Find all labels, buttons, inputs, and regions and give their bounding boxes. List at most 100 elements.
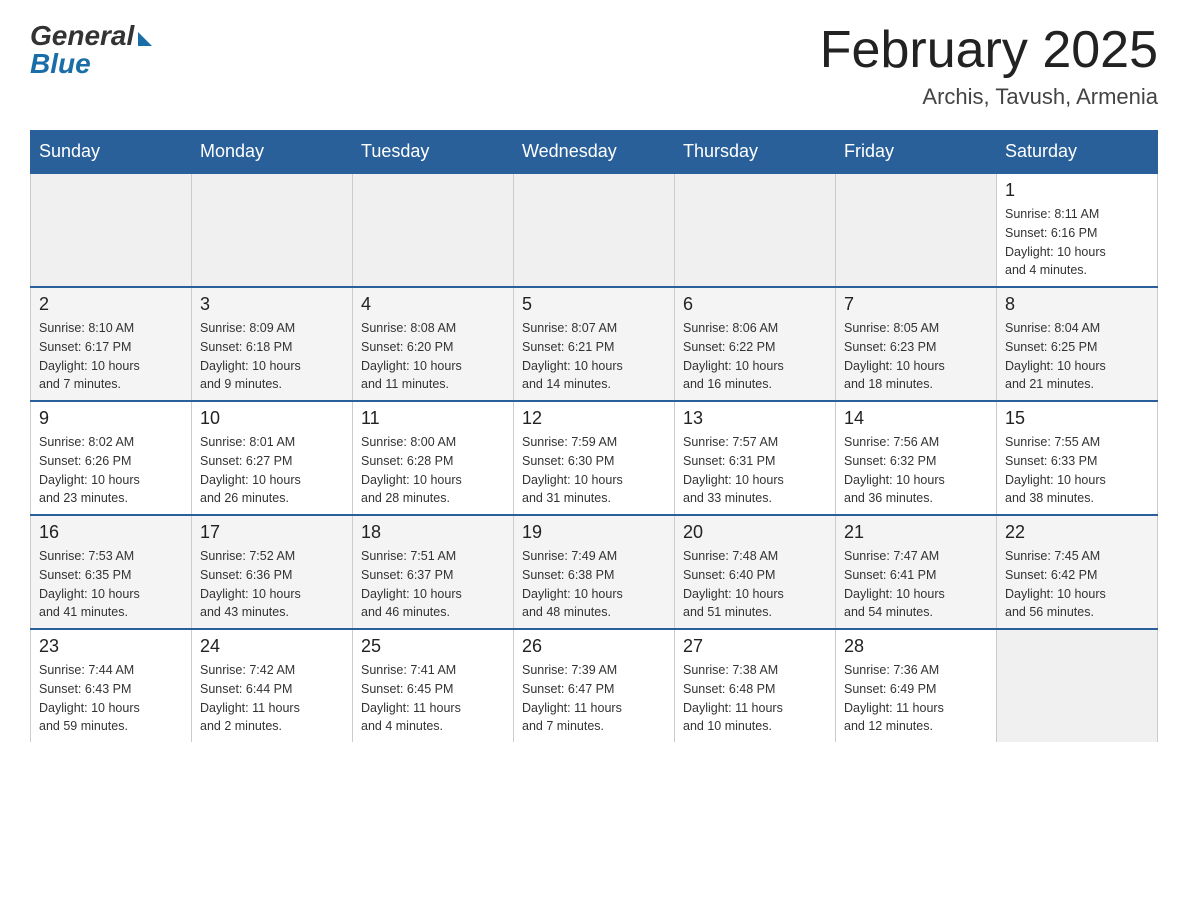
month-title: February 2025 <box>820 20 1158 80</box>
calendar-cell: 15 Sunrise: 7:55 AM Sunset: 6:33 PM Dayli… <box>997 401 1158 515</box>
weekday-header-sunday: Sunday <box>31 131 192 174</box>
title-block: February 2025 Archis, Tavush, Armenia <box>820 20 1158 110</box>
day-number: 2 <box>39 294 183 315</box>
weekday-header-saturday: Saturday <box>997 131 1158 174</box>
day-info: Sunrise: 7:47 AM Sunset: 6:41 PM Dayligh… <box>844 547 988 622</box>
calendar-cell: 26Sunrise: 7:39 AM Sunset: 6:47 PM Dayli… <box>514 629 675 742</box>
calendar-cell: 7 Sunrise: 8:05 AM Sunset: 6:23 PM Daylig… <box>836 287 997 401</box>
day-info: Sunrise: 7:41 AM Sunset: 6:45 PM Dayligh… <box>361 661 505 736</box>
day-info: Sunrise: 7:53 AM Sunset: 6:35 PM Dayligh… <box>39 547 183 622</box>
calendar-cell: 19 Sunrise: 7:49 AM Sunset: 6:38 PM Dayli… <box>514 515 675 629</box>
day-number: 25 <box>361 636 505 657</box>
day-number: 11 <box>361 408 505 429</box>
location-text: Archis, Tavush, Armenia <box>820 84 1158 110</box>
day-info: Sunrise: 7:39 AM Sunset: 6:47 PM Dayligh… <box>522 661 666 736</box>
calendar-cell: 21 Sunrise: 7:47 AM Sunset: 6:41 PM Dayli… <box>836 515 997 629</box>
day-info: Sunrise: 8:11 AM Sunset: 6:16 PM Dayligh… <box>1005 205 1149 280</box>
day-info: Sunrise: 8:10 AM Sunset: 6:17 PM Dayligh… <box>39 319 183 394</box>
calendar-cell: 25 Sunrise: 7:41 AM Sunset: 6:45 PM Dayli… <box>353 629 514 742</box>
calendar-cell: 24 Sunrise: 7:42 AM Sunset: 6:44 PM Dayli… <box>192 629 353 742</box>
day-number: 17 <box>200 522 344 543</box>
day-info: Sunrise: 7:57 AM Sunset: 6:31 PM Dayligh… <box>683 433 827 508</box>
calendar-cell: 1 Sunrise: 8:11 AM Sunset: 6:16 PM Daylig… <box>997 173 1158 287</box>
calendar-cell: 20 Sunrise: 7:48 AM Sunset: 6:40 PM Dayli… <box>675 515 836 629</box>
calendar-cell: 5 Sunrise: 8:07 AM Sunset: 6:21 PM Daylig… <box>514 287 675 401</box>
calendar-cell: 18Sunrise: 7:51 AM Sunset: 6:37 PM Dayli… <box>353 515 514 629</box>
day-info: Sunrise: 7:36 AM Sunset: 6:49 PM Dayligh… <box>844 661 988 736</box>
calendar-cell <box>997 629 1158 742</box>
calendar-cell: 13 Sunrise: 7:57 AM Sunset: 6:31 PM Dayli… <box>675 401 836 515</box>
day-info: Sunrise: 7:59 AM Sunset: 6:30 PM Dayligh… <box>522 433 666 508</box>
day-info: Sunrise: 8:00 AM Sunset: 6:28 PM Dayligh… <box>361 433 505 508</box>
calendar-cell: 6 Sunrise: 8:06 AM Sunset: 6:22 PM Daylig… <box>675 287 836 401</box>
weekday-header-tuesday: Tuesday <box>353 131 514 174</box>
logo-blue-text: Blue <box>30 48 152 80</box>
day-number: 5 <box>522 294 666 315</box>
day-number: 7 <box>844 294 988 315</box>
day-info: Sunrise: 7:56 AM Sunset: 6:32 PM Dayligh… <box>844 433 988 508</box>
calendar-cell <box>353 173 514 287</box>
calendar-cell: 2 Sunrise: 8:10 AM Sunset: 6:17 PM Daylig… <box>31 287 192 401</box>
day-number: 14 <box>844 408 988 429</box>
day-number: 18 <box>361 522 505 543</box>
day-number: 15 <box>1005 408 1149 429</box>
calendar-week-row: 23Sunrise: 7:44 AM Sunset: 6:43 PM Dayli… <box>31 629 1158 742</box>
day-number: 1 <box>1005 180 1149 201</box>
day-number: 27 <box>683 636 827 657</box>
calendar-cell: 16 Sunrise: 7:53 AM Sunset: 6:35 PM Dayli… <box>31 515 192 629</box>
day-info: Sunrise: 8:07 AM Sunset: 6:21 PM Dayligh… <box>522 319 666 394</box>
calendar-cell: 17 Sunrise: 7:52 AM Sunset: 6:36 PM Dayli… <box>192 515 353 629</box>
calendar-cell <box>675 173 836 287</box>
weekday-header-row: SundayMondayTuesdayWednesdayThursdayFrid… <box>31 131 1158 174</box>
day-number: 10 <box>200 408 344 429</box>
day-info: Sunrise: 8:06 AM Sunset: 6:22 PM Dayligh… <box>683 319 827 394</box>
day-number: 4 <box>361 294 505 315</box>
day-info: Sunrise: 7:52 AM Sunset: 6:36 PM Dayligh… <box>200 547 344 622</box>
logo-arrow-icon <box>138 32 152 46</box>
calendar-cell: 14 Sunrise: 7:56 AM Sunset: 6:32 PM Dayli… <box>836 401 997 515</box>
day-info: Sunrise: 7:38 AM Sunset: 6:48 PM Dayligh… <box>683 661 827 736</box>
day-number: 16 <box>39 522 183 543</box>
day-info: Sunrise: 8:04 AM Sunset: 6:25 PM Dayligh… <box>1005 319 1149 394</box>
calendar-cell: 3 Sunrise: 8:09 AM Sunset: 6:18 PM Daylig… <box>192 287 353 401</box>
calendar-cell <box>192 173 353 287</box>
day-info: Sunrise: 7:55 AM Sunset: 6:33 PM Dayligh… <box>1005 433 1149 508</box>
day-number: 3 <box>200 294 344 315</box>
calendar-week-row: 9Sunrise: 8:02 AM Sunset: 6:26 PM Daylig… <box>31 401 1158 515</box>
day-info: Sunrise: 7:42 AM Sunset: 6:44 PM Dayligh… <box>200 661 344 736</box>
day-number: 24 <box>200 636 344 657</box>
weekday-header-thursday: Thursday <box>675 131 836 174</box>
day-number: 8 <box>1005 294 1149 315</box>
day-info: Sunrise: 7:48 AM Sunset: 6:40 PM Dayligh… <box>683 547 827 622</box>
calendar-cell: 11 Sunrise: 8:00 AM Sunset: 6:28 PM Dayli… <box>353 401 514 515</box>
day-number: 13 <box>683 408 827 429</box>
day-info: Sunrise: 8:09 AM Sunset: 6:18 PM Dayligh… <box>200 319 344 394</box>
calendar-cell <box>514 173 675 287</box>
day-number: 6 <box>683 294 827 315</box>
calendar-week-row: 1 Sunrise: 8:11 AM Sunset: 6:16 PM Daylig… <box>31 173 1158 287</box>
day-number: 22 <box>1005 522 1149 543</box>
logo: General Blue <box>30 20 152 80</box>
calendar-cell: 9Sunrise: 8:02 AM Sunset: 6:26 PM Daylig… <box>31 401 192 515</box>
day-number: 12 <box>522 408 666 429</box>
day-info: Sunrise: 8:05 AM Sunset: 6:23 PM Dayligh… <box>844 319 988 394</box>
day-number: 19 <box>522 522 666 543</box>
calendar-cell <box>836 173 997 287</box>
day-info: Sunrise: 8:01 AM Sunset: 6:27 PM Dayligh… <box>200 433 344 508</box>
calendar-cell: 12 Sunrise: 7:59 AM Sunset: 6:30 PM Dayli… <box>514 401 675 515</box>
calendar-cell: 27 Sunrise: 7:38 AM Sunset: 6:48 PM Dayli… <box>675 629 836 742</box>
calendar-cell: 8 Sunrise: 8:04 AM Sunset: 6:25 PM Daylig… <box>997 287 1158 401</box>
calendar-table: SundayMondayTuesdayWednesdayThursdayFrid… <box>30 130 1158 742</box>
day-number: 21 <box>844 522 988 543</box>
day-number: 28 <box>844 636 988 657</box>
weekday-header-friday: Friday <box>836 131 997 174</box>
calendar-week-row: 16 Sunrise: 7:53 AM Sunset: 6:35 PM Dayli… <box>31 515 1158 629</box>
calendar-cell: 28 Sunrise: 7:36 AM Sunset: 6:49 PM Dayli… <box>836 629 997 742</box>
day-info: Sunrise: 7:44 AM Sunset: 6:43 PM Dayligh… <box>39 661 183 736</box>
weekday-header-wednesday: Wednesday <box>514 131 675 174</box>
calendar-cell: 10 Sunrise: 8:01 AM Sunset: 6:27 PM Dayli… <box>192 401 353 515</box>
calendar-cell: 23Sunrise: 7:44 AM Sunset: 6:43 PM Dayli… <box>31 629 192 742</box>
day-number: 20 <box>683 522 827 543</box>
calendar-cell: 4Sunrise: 8:08 AM Sunset: 6:20 PM Daylig… <box>353 287 514 401</box>
day-info: Sunrise: 7:49 AM Sunset: 6:38 PM Dayligh… <box>522 547 666 622</box>
